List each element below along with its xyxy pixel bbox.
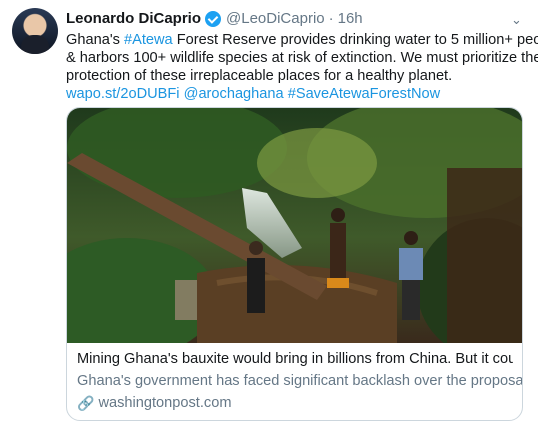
link-icon: 🔗 <box>77 395 95 411</box>
more-options-chevron-icon[interactable]: ⌄ <box>511 12 522 28</box>
tweet-text-line2: & harbors 100+ wildlife species at risk … <box>66 50 538 66</box>
link-preview-card[interactable]: Mining Ghana's bauxite would bring in bi… <box>66 107 523 421</box>
hashtag-atewa[interactable]: #Atewa <box>124 32 173 48</box>
tweet-text: Ghana's #Atewa Forest Reserve provides d… <box>66 31 538 103</box>
verified-badge-icon <box>205 10 222 27</box>
author-avatar[interactable] <box>12 8 58 54</box>
card-photo[interactable] <box>67 108 522 343</box>
author-name[interactable]: Leonardo DiCaprio <box>66 10 201 27</box>
hashtag-save-atewa[interactable]: #SaveAtewaForestNow <box>288 86 441 102</box>
card-description: Ghana's government has faced significant… <box>77 373 523 389</box>
card-title[interactable]: Mining Ghana's bauxite would bring in bi… <box>77 349 513 369</box>
card-body: Mining Ghana's bauxite would bring in bi… <box>77 349 523 413</box>
tweet-header: Leonardo DiCaprio @LeoDiCaprio · 16h <box>66 10 363 27</box>
tweet-text-line1-post: Forest Reserve provides drinking water t… <box>172 32 538 48</box>
card-domain-row[interactable]: 🔗 washingtonpost.com <box>77 393 513 413</box>
tweet-text-line1-pre: Ghana's <box>66 32 124 48</box>
card-domain[interactable]: washingtonpost.com <box>98 393 231 413</box>
tweet-timestamp[interactable]: 16h <box>338 10 363 27</box>
tweet-text-line3: protection of these irreplaceable places… <box>66 68 453 84</box>
short-url-link[interactable]: wapo.st/2oDUBFi <box>66 86 180 102</box>
mention-arochaghana[interactable]: @arochaghana <box>184 86 284 102</box>
author-handle[interactable]: @LeoDiCaprio <box>226 10 325 27</box>
separator-dot: · <box>328 10 334 27</box>
